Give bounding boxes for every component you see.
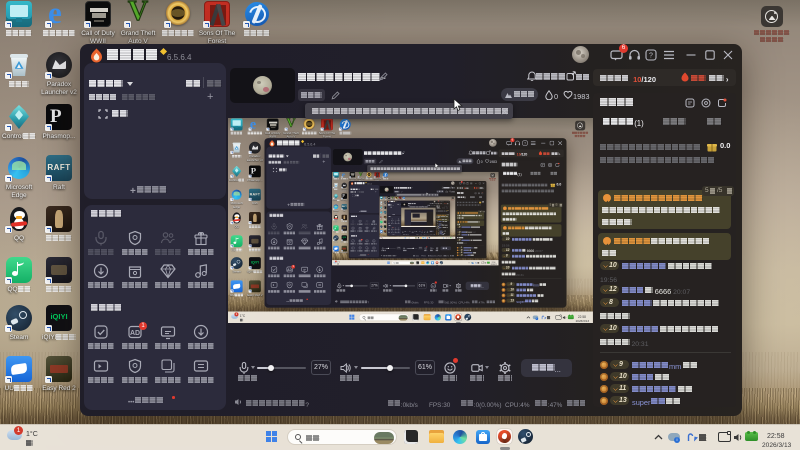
svg-text:AD: AD [130, 330, 140, 337]
svg-text:?: ? [649, 53, 653, 60]
svg-text:?: ? [524, 141, 526, 145]
